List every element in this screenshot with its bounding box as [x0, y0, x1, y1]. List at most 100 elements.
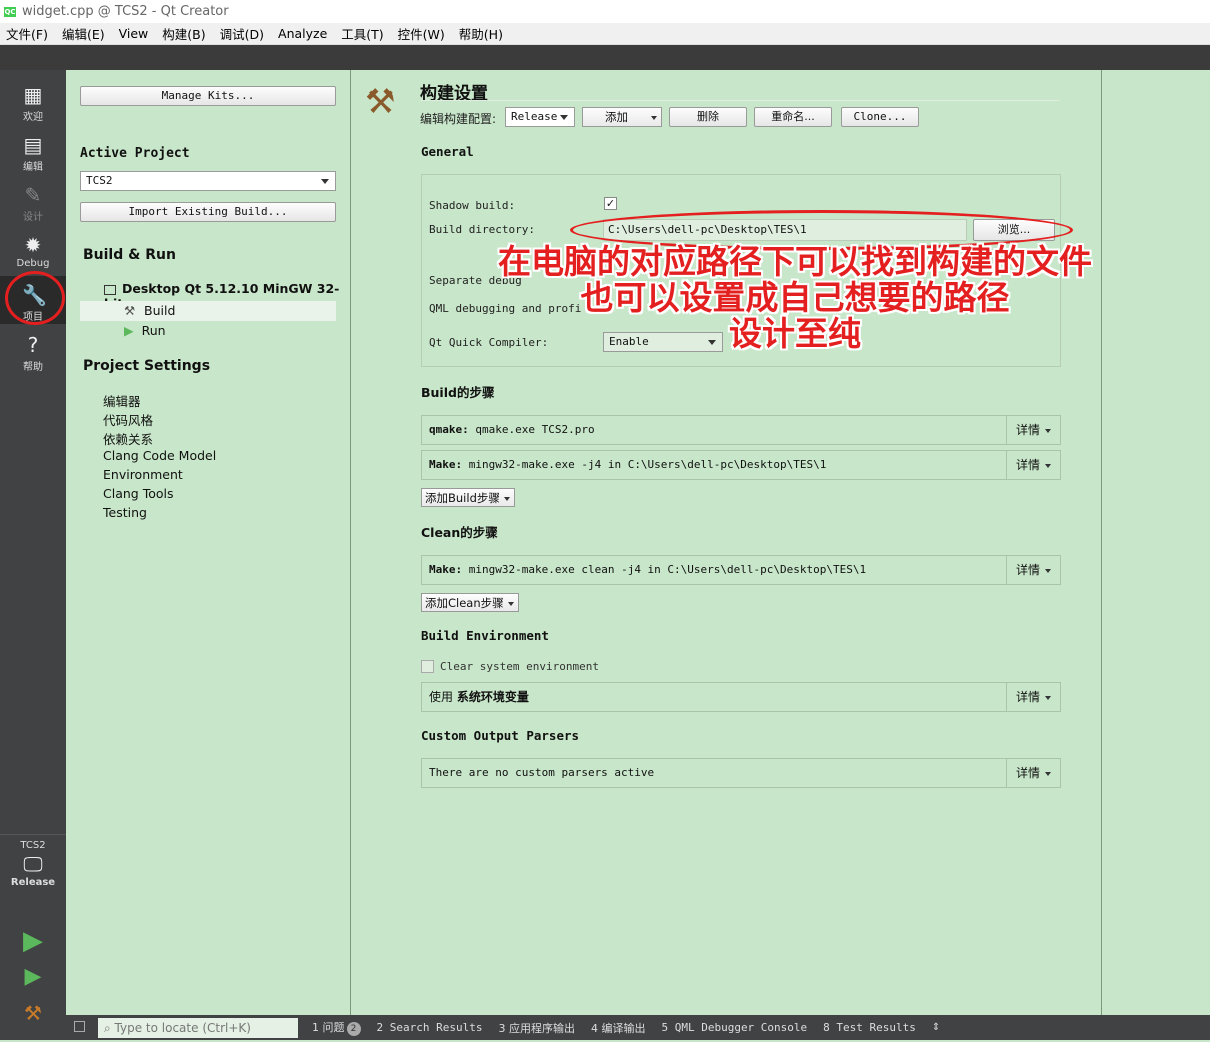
edit-config-label: 编辑构建配置:	[420, 112, 497, 126]
make-step-row[interactable]: Make: mingw32-make.exe -j4 in C:\Users\d…	[421, 450, 1061, 480]
pencil-icon: ✎	[24, 183, 42, 207]
kit-config-name: Release	[10, 877, 56, 888]
run-label: Run	[141, 323, 166, 338]
kit-selector[interactable]: TCS2 🖵 Release	[0, 838, 66, 908]
qmake-step-summary: qmake.exe TCS2.pro	[475, 423, 595, 436]
help-icon: ?	[27, 333, 39, 357]
build-steps-title: Build的步骤	[421, 385, 495, 400]
pane-issues[interactable]: 1 问题 2	[312, 1019, 361, 1036]
up-down-arrows-icon[interactable]: ⇕	[932, 1022, 940, 1033]
sidebar-item-dependencies[interactable]: 依赖关系	[103, 429, 153, 448]
build-label: Build	[144, 303, 176, 318]
parsers-details-button[interactable]: 详情	[1006, 759, 1060, 787]
pane-search-results[interactable]: 2 Search Results	[377, 1021, 483, 1034]
env-details-button[interactable]: 详情	[1006, 683, 1060, 711]
project-settings-label: Project Settings	[83, 358, 211, 374]
issues-count-badge: 2	[346, 1022, 361, 1036]
details-label: 详情	[1015, 458, 1040, 472]
sidebar-item-build[interactable]: ⚒ Build	[80, 301, 336, 321]
mode-label: Debug	[16, 258, 50, 269]
qmake-details-button[interactable]: 详情	[1006, 416, 1060, 444]
make-step-summary: mingw32-make.exe -j4 in C:\Users\dell-pc…	[468, 458, 827, 471]
add-clean-step-button[interactable]: 添加Clean步骤	[421, 593, 519, 612]
projects-sidebar: Manage Kits... Active Project TCS2 Impor…	[66, 70, 351, 1015]
document-icon: ▤	[23, 133, 43, 157]
make-details-button[interactable]: 详情	[1006, 451, 1060, 479]
add-config-button[interactable]: 添加	[582, 107, 662, 127]
delete-config-button[interactable]: 删除	[669, 107, 747, 127]
details-label: 详情	[1015, 690, 1040, 704]
qt-creator-logo-icon: QC	[4, 6, 16, 17]
build-button[interactable]: ⚒	[0, 994, 66, 1042]
annotation-circle	[5, 271, 65, 325]
active-project-label: Active Project	[80, 146, 190, 161]
shadow-build-checkbox[interactable]: ✓	[604, 197, 617, 210]
check-mark: ✓	[605, 197, 616, 210]
mode-design[interactable]: ✎ 设计	[0, 176, 66, 224]
grid-icon: ▦	[23, 83, 43, 107]
sidebar-item-clang-tools[interactable]: Clang Tools	[103, 486, 173, 501]
hammer-icon: ⚒	[365, 82, 396, 122]
add-build-step-button[interactable]: 添加Build步骤	[421, 488, 515, 507]
menu-analyze[interactable]: Analyze	[278, 26, 327, 41]
qmake-step-label: qmake:	[429, 423, 469, 436]
menu-build[interactable]: 构建(B)	[162, 24, 205, 43]
mode-edit[interactable]: ▤ 编辑	[0, 126, 66, 174]
pane-compile-output[interactable]: 4 编译输出	[591, 1020, 646, 1036]
annotation-line-1: 在电脑的对应路径下可以找到构建的文件	[498, 242, 1092, 281]
pane-qml-console[interactable]: 5 QML Debugger Console	[661, 1021, 807, 1034]
annotation-text: 在电脑的对应路径下可以找到构建的文件 也可以设置成自己想要的路径 设计至纯	[470, 244, 1120, 352]
mode-bar: ▦ 欢迎 ▤ 编辑 ✎ 设计 ✹ Debug 🔧 项目 ? 帮助 TCS2 🖵 …	[0, 70, 66, 1040]
mode-label: 编辑	[23, 162, 43, 173]
environment-row[interactable]: 使用 系统环境变量 详情	[421, 682, 1061, 712]
status-bar: ⌕ Type to locate (Ctrl+K) 1 问题 2 2 Search…	[66, 1015, 1210, 1040]
use-env-prefix: 使用	[429, 690, 454, 704]
menu-file[interactable]: 文件(F)	[6, 24, 48, 43]
import-build-button[interactable]: Import Existing Build...	[80, 202, 336, 222]
clean-make-step-row[interactable]: Make: mingw32-make.exe clean -j4 in C:\U…	[421, 555, 1061, 585]
menu-help[interactable]: 帮助(H)	[459, 24, 503, 43]
bug-icon: ✹	[24, 233, 42, 257]
pane-issues-label: 1 问题	[312, 1021, 345, 1034]
clean-steps-title: Clean的步骤	[421, 525, 498, 540]
sidebar-item-testing[interactable]: Testing	[103, 505, 147, 520]
build-run-label: Build & Run	[83, 247, 176, 263]
clear-env-checkbox[interactable]	[421, 660, 434, 673]
pane-test-results[interactable]: 8 Test Results	[823, 1021, 916, 1034]
menu-edit[interactable]: 编辑(E)	[62, 24, 105, 43]
custom-parsers-title: Custom Output Parsers	[421, 728, 580, 743]
sidebar-item-environment[interactable]: Environment	[103, 467, 183, 482]
rename-config-button[interactable]: 重命名...	[754, 107, 832, 127]
mode-debug[interactable]: ✹ Debug	[0, 226, 66, 274]
active-project-combo[interactable]: TCS2	[80, 171, 336, 191]
mode-help[interactable]: ? 帮助	[0, 326, 66, 374]
toggle-sidebar-icon[interactable]	[74, 1021, 85, 1032]
details-label: 详情	[1015, 423, 1040, 437]
manage-kits-button[interactable]: Manage Kits...	[80, 86, 336, 106]
details-label: 详情	[1015, 563, 1040, 577]
clean-details-button[interactable]: 详情	[1006, 556, 1060, 584]
hammer-icon: ⚒	[24, 1001, 42, 1025]
sidebar-item-editor[interactable]: 编辑器	[103, 391, 141, 410]
locator-input[interactable]: ⌕ Type to locate (Ctrl+K)	[98, 1017, 298, 1038]
menu-view[interactable]: View	[119, 26, 149, 41]
sidebar-item-clang-code-model[interactable]: Clang Code Model	[103, 448, 216, 463]
custom-parsers-row[interactable]: There are no custom parsers active 详情	[421, 758, 1061, 788]
menu-debug[interactable]: 调试(D)	[220, 24, 264, 43]
locator-placeholder: Type to locate (Ctrl+K)	[114, 1020, 251, 1035]
sidebar-item-code-style[interactable]: 代码风格	[103, 410, 153, 429]
details-label: 详情	[1015, 766, 1040, 780]
annotation-line-2: 也可以设置成自己想要的路径	[580, 278, 1010, 317]
build-environment-title: Build Environment	[421, 628, 549, 643]
sidebar-item-run[interactable]: ▶ Run	[124, 323, 166, 338]
build-config-combo[interactable]: Release	[505, 107, 575, 127]
menu-tools[interactable]: 工具(T)	[341, 24, 383, 43]
mode-label: 设计	[23, 212, 43, 223]
menu-widgets[interactable]: 控件(W)	[398, 24, 445, 43]
clone-config-button[interactable]: Clone...	[841, 107, 919, 127]
pane-app-output[interactable]: 3 应用程序输出	[498, 1020, 575, 1036]
annotation-line-3: 设计至纯	[729, 314, 861, 353]
mode-welcome[interactable]: ▦ 欢迎	[0, 76, 66, 124]
clean-make-step-summary: mingw32-make.exe clean -j4 in C:\Users\d…	[468, 563, 867, 576]
qmake-step-row[interactable]: qmake: qmake.exe TCS2.pro 详情	[421, 415, 1061, 445]
